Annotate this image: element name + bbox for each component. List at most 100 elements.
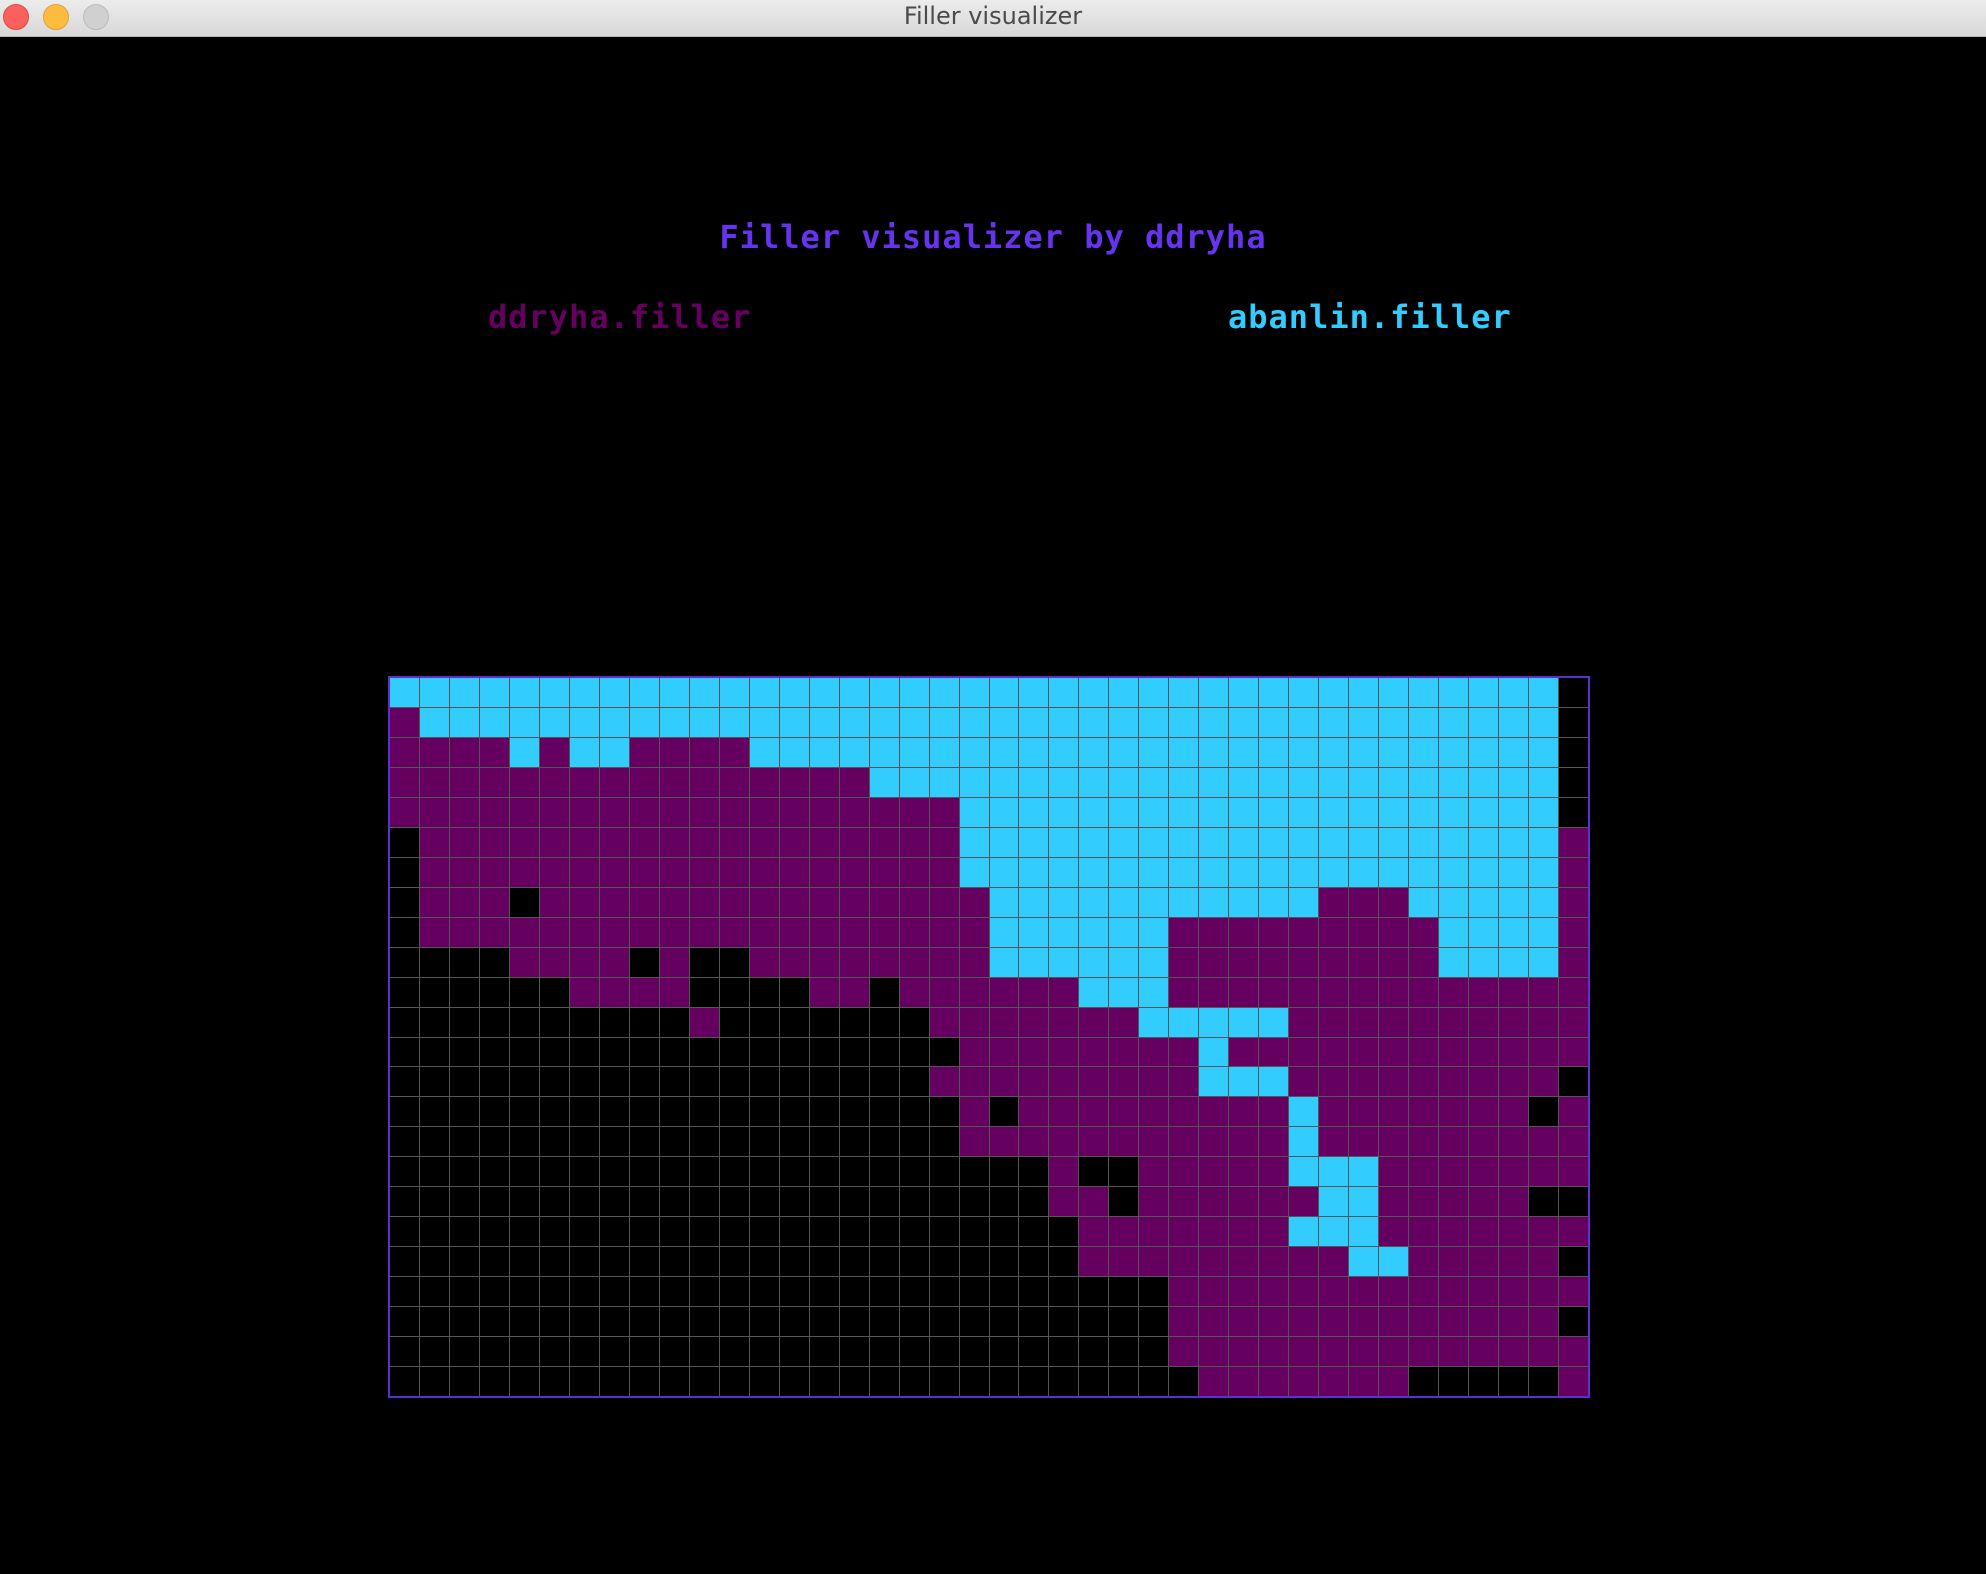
player-two-cell bbox=[1109, 887, 1139, 917]
player-one-cell bbox=[599, 947, 629, 977]
player-two-cell bbox=[1079, 977, 1109, 1007]
player-one-cell bbox=[1379, 1127, 1409, 1157]
empty-cell bbox=[539, 1007, 569, 1037]
player-two-cell bbox=[1049, 827, 1079, 857]
player-one-cell bbox=[1469, 1187, 1499, 1217]
empty-cell bbox=[419, 1097, 449, 1127]
player-one-cell bbox=[1349, 887, 1379, 917]
player-two-cell bbox=[1169, 827, 1199, 857]
player-one-cell bbox=[479, 767, 509, 797]
player-two-cell bbox=[1379, 827, 1409, 857]
player-one-cell bbox=[659, 887, 689, 917]
empty-cell bbox=[659, 1007, 689, 1037]
player-one-cell bbox=[1319, 1337, 1349, 1367]
player-one-cell bbox=[1499, 977, 1529, 1007]
empty-cell bbox=[539, 1067, 569, 1097]
player-two-cell bbox=[1169, 767, 1199, 797]
player-two-cell bbox=[1199, 827, 1229, 857]
empty-cell bbox=[539, 1247, 569, 1277]
empty-cell bbox=[599, 1157, 629, 1187]
player-one-cell bbox=[1229, 1037, 1259, 1067]
player-one-cell bbox=[539, 947, 569, 977]
player-one-cell bbox=[629, 797, 659, 827]
player-one-cell bbox=[629, 857, 659, 887]
empty-cell bbox=[839, 1307, 869, 1337]
player-one-cell bbox=[1109, 1217, 1139, 1247]
player-two-cell bbox=[1109, 767, 1139, 797]
player-one-cell bbox=[1109, 1127, 1139, 1157]
empty-cell bbox=[719, 1337, 749, 1367]
empty-cell bbox=[839, 1097, 869, 1127]
player-two-cell bbox=[1019, 827, 1049, 857]
empty-cell bbox=[390, 1187, 419, 1217]
player-two-cell bbox=[1469, 857, 1499, 887]
player-two-cell bbox=[1499, 887, 1529, 917]
player-one-cell bbox=[1559, 1037, 1588, 1067]
player-two-cell bbox=[839, 678, 869, 707]
player-one-cell bbox=[1469, 1007, 1499, 1037]
player-one-cell bbox=[419, 857, 449, 887]
player-two-cell bbox=[1229, 797, 1259, 827]
player-one-cell bbox=[1469, 1037, 1499, 1067]
empty-cell bbox=[569, 1337, 599, 1367]
player-one-cell bbox=[659, 737, 689, 767]
empty-cell bbox=[629, 1067, 659, 1097]
player-one-cell bbox=[1379, 1277, 1409, 1307]
empty-cell bbox=[539, 1187, 569, 1217]
player-one-cell bbox=[599, 797, 629, 827]
player-one-cell bbox=[1439, 1157, 1469, 1187]
player-one-cell bbox=[1259, 1217, 1289, 1247]
player-two-cell bbox=[1049, 707, 1079, 737]
player-one-cell bbox=[539, 917, 569, 947]
empty-cell bbox=[599, 1007, 629, 1037]
player-one-cell bbox=[899, 947, 929, 977]
player-two-cell bbox=[1529, 827, 1559, 857]
player-two-cell bbox=[1289, 707, 1319, 737]
empty-cell bbox=[749, 1247, 779, 1277]
empty-cell bbox=[719, 1247, 749, 1277]
player-one-cell bbox=[959, 1097, 989, 1127]
player-one-cell bbox=[1379, 977, 1409, 1007]
empty-cell bbox=[1019, 1307, 1049, 1337]
empty-cell bbox=[989, 1157, 1019, 1187]
empty-cell bbox=[869, 1157, 899, 1187]
empty-cell bbox=[390, 1097, 419, 1127]
player-one-cell bbox=[719, 797, 749, 827]
empty-cell bbox=[629, 1157, 659, 1187]
empty-cell bbox=[390, 947, 419, 977]
player-two-cell bbox=[1349, 1157, 1379, 1187]
player-one-cell bbox=[1229, 1247, 1259, 1277]
empty-cell bbox=[689, 1277, 719, 1307]
player-one-cell bbox=[1049, 1187, 1079, 1217]
player-one-cell bbox=[569, 887, 599, 917]
empty-cell bbox=[569, 1037, 599, 1067]
player-one-cell bbox=[1439, 1277, 1469, 1307]
player-one-cell bbox=[449, 917, 479, 947]
empty-cell bbox=[390, 1007, 419, 1037]
player-two-cell bbox=[1319, 827, 1349, 857]
player-two-cell bbox=[1439, 827, 1469, 857]
player-one-cell bbox=[1079, 1097, 1109, 1127]
player-two-cell bbox=[899, 737, 929, 767]
empty-cell bbox=[1559, 1067, 1588, 1097]
player-two-cell bbox=[929, 737, 959, 767]
player-one-cell bbox=[839, 977, 869, 1007]
empty-cell bbox=[1049, 1307, 1079, 1337]
empty-cell bbox=[1019, 1217, 1049, 1247]
empty-cell bbox=[779, 1187, 809, 1217]
player-one-cell bbox=[1469, 1157, 1499, 1187]
player-one-cell bbox=[959, 1007, 989, 1037]
empty-cell bbox=[539, 1097, 569, 1127]
player-one-cell bbox=[929, 947, 959, 977]
empty-cell bbox=[479, 1037, 509, 1067]
empty-cell bbox=[899, 1277, 929, 1307]
player-one-cell bbox=[390, 707, 419, 737]
player-two-cell bbox=[1409, 857, 1439, 887]
player-two-cell bbox=[1109, 917, 1139, 947]
player-one-cell bbox=[569, 827, 599, 857]
player-one-cell bbox=[1349, 1007, 1379, 1037]
empty-cell bbox=[390, 1217, 419, 1247]
empty-cell bbox=[719, 1067, 749, 1097]
empty-cell bbox=[479, 1217, 509, 1247]
empty-cell bbox=[869, 1217, 899, 1247]
